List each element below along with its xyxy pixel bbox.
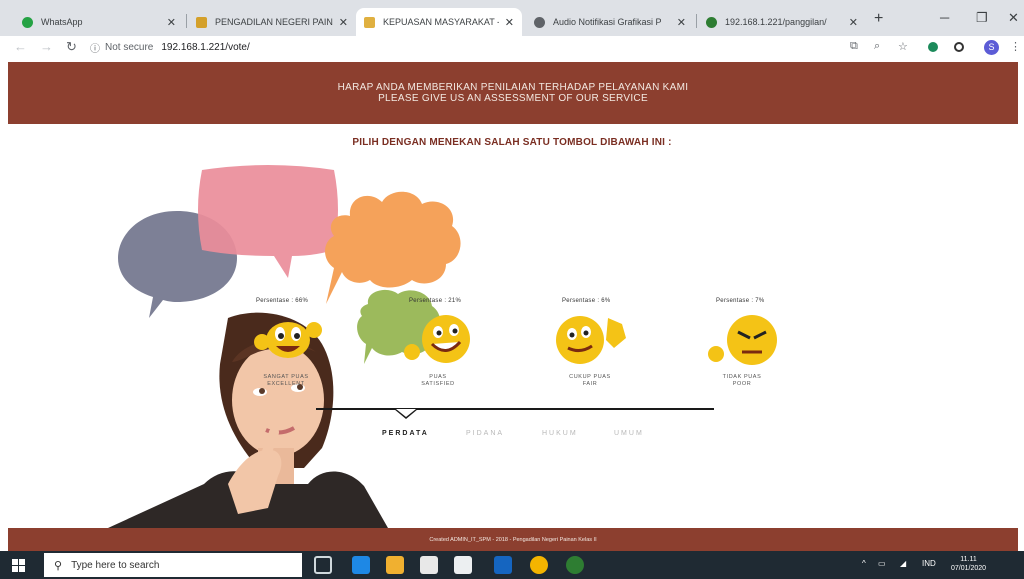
option-label-excellent: SANGAT PUAS EXCELLENT bbox=[248, 374, 324, 388]
header-banner: HARAP ANDA MEMBERIKAN PENILAIAN TERHADAP… bbox=[8, 62, 1018, 124]
label-id: SANGAT PUAS bbox=[263, 374, 309, 380]
label-en: EXCELLENT bbox=[267, 381, 305, 387]
close-tab-icon[interactable]: ✕ bbox=[167, 16, 176, 29]
reload-icon[interactable]: ↻ bbox=[66, 39, 77, 55]
tab-label: 192.168.1.221/panggilan/ bbox=[725, 17, 827, 27]
taskbar-search-box[interactable]: ⚲ Type here to search bbox=[44, 553, 302, 577]
option-label-satisfied: PUAS SATISFIED bbox=[400, 374, 476, 388]
tab-audio-notifikasi[interactable]: Audio Notifikasi Grafikasi P ✕ bbox=[526, 8, 694, 36]
tab-panggilan[interactable]: 192.168.1.221/panggilan/ ✕ bbox=[698, 8, 866, 36]
network-icon[interactable]: ◢ bbox=[900, 559, 906, 568]
system-clock[interactable]: 11.11 07/01/2020 bbox=[951, 555, 986, 573]
category-hukum[interactable]: HUKUM bbox=[542, 430, 578, 437]
security-status: Not secure bbox=[105, 41, 154, 53]
option-label-poor: TIDAK PUAS POOR bbox=[704, 374, 780, 388]
battery-icon[interactable]: ▭ bbox=[878, 559, 886, 568]
task-view-icon[interactable] bbox=[314, 556, 332, 574]
chrome-icon[interactable] bbox=[530, 556, 548, 574]
tab-label: WhatsApp bbox=[41, 17, 83, 27]
label-en: POOR bbox=[732, 381, 752, 387]
bookmark-star-icon[interactable]: ☆ bbox=[898, 40, 908, 53]
tab-kepuasan-masyarakat[interactable]: KEPUASAN MASYARAKAT - P ✕ bbox=[356, 8, 522, 36]
address-bar[interactable]: ⓘ Not secure 192.168.1.221/vote/ bbox=[90, 38, 840, 56]
label-id: TIDAK PUAS bbox=[722, 374, 762, 380]
option-label-fair: CUKUP PUAS FAIR bbox=[552, 374, 628, 388]
tab-label: KEPUASAN MASYARAKAT - P bbox=[383, 17, 499, 27]
favicon-icon bbox=[364, 16, 375, 28]
translate-icon[interactable]: ⧉ bbox=[850, 40, 858, 53]
tab-whatsapp[interactable]: WhatsApp ✕ bbox=[14, 8, 184, 36]
menu-kebab-icon[interactable]: ⋮ bbox=[1010, 40, 1021, 53]
emoji-excellent-button[interactable] bbox=[252, 316, 324, 364]
language-indicator[interactable]: IND bbox=[922, 559, 936, 568]
app-green-icon[interactable] bbox=[566, 556, 584, 574]
category-umum[interactable]: UMUM bbox=[614, 430, 644, 437]
tab-divider bbox=[696, 14, 697, 28]
percent-satisfied: Persentase : 21% bbox=[409, 298, 462, 304]
tab-divider bbox=[186, 14, 187, 28]
store-icon[interactable] bbox=[420, 556, 438, 574]
extension-icon[interactable] bbox=[928, 42, 938, 52]
emoji-poor-button[interactable] bbox=[704, 312, 782, 368]
banner-text-id: HARAP ANDA MEMBERIKAN PENILAIAN TERHADAP… bbox=[337, 82, 689, 93]
label-en: SATISFIED bbox=[421, 381, 455, 387]
close-tab-icon[interactable]: ✕ bbox=[339, 16, 348, 29]
emoji-satisfied-button[interactable] bbox=[400, 314, 478, 366]
clock-time: 11.11 bbox=[960, 556, 977, 563]
forward-arrow-icon[interactable]: → bbox=[40, 39, 53, 54]
banner-text-en: PLEASE GIVE US AN ASSESSMENT OF OUR SERV… bbox=[378, 93, 648, 104]
caret-inner bbox=[396, 409, 416, 417]
minimize-icon[interactable]: ─ bbox=[940, 10, 949, 25]
file-explorer-icon[interactable] bbox=[386, 556, 404, 574]
label-en: FAIR bbox=[582, 381, 598, 387]
woman-thinking-illustration bbox=[108, 312, 388, 528]
zoom-icon[interactable]: ⌕ bbox=[874, 40, 880, 53]
url-text[interactable]: 192.168.1.221/vote/ bbox=[161, 42, 249, 53]
close-tab-icon[interactable]: ✕ bbox=[849, 16, 858, 29]
close-window-icon[interactable]: ✕ bbox=[1008, 10, 1019, 26]
category-perdata[interactable]: PERDATA bbox=[382, 430, 429, 437]
tab-label: Audio Notifikasi Grafikasi P bbox=[553, 17, 662, 27]
profile-avatar[interactable]: S bbox=[984, 40, 999, 55]
page-footer: Created ADMIN_IT_SPM - 2018 - Pengadilan… bbox=[8, 528, 1018, 551]
court-favicon-icon bbox=[196, 16, 207, 28]
edge-icon[interactable] bbox=[352, 556, 370, 574]
category-pidana[interactable]: PIDANA bbox=[466, 430, 504, 437]
back-arrow-icon[interactable]: ← bbox=[14, 39, 27, 54]
label-id: CUKUP PUAS bbox=[569, 374, 611, 380]
favicon-icon bbox=[706, 16, 717, 28]
emoji-fair-button[interactable] bbox=[552, 314, 630, 366]
close-tab-icon[interactable]: ✕ bbox=[505, 16, 514, 29]
clock-date: 07/01/2020 bbox=[951, 565, 987, 572]
globe-icon bbox=[534, 16, 545, 28]
category-divider bbox=[316, 408, 714, 410]
percent-poor: Persentase : 7% bbox=[716, 298, 765, 304]
restore-icon[interactable]: ❐ bbox=[976, 10, 988, 26]
tab-label: PENGADILAN NEGERI PAINAN bbox=[215, 17, 333, 27]
label-id: PUAS bbox=[429, 374, 447, 380]
browser-tab-strip: WhatsApp ✕ PENGADILAN NEGERI PAINAN ✕ KE… bbox=[0, 0, 1024, 36]
percent-fair: Persentase : 6% bbox=[562, 298, 611, 304]
whatsapp-icon bbox=[22, 16, 33, 28]
percent-excellent: Persentase : 66% bbox=[256, 298, 309, 304]
show-hidden-icons-icon[interactable]: ^ bbox=[862, 559, 866, 568]
browser-toolbar: ← → ↻ ⓘ Not secure 192.168.1.221/vote/ ⧉… bbox=[0, 36, 1024, 58]
new-tab-plus-icon[interactable]: + bbox=[874, 10, 883, 28]
survey-page: HARAP ANDA MEMBERIKAN PENILAIAN TERHADAP… bbox=[0, 58, 1024, 551]
app-icon[interactable] bbox=[494, 556, 512, 574]
close-tab-icon[interactable]: ✕ bbox=[677, 16, 686, 29]
windows-start-icon[interactable] bbox=[12, 559, 26, 572]
search-placeholder: Type here to search bbox=[71, 559, 160, 571]
instruction-text: PILIH DENGAN MENEKAN SALAH SATU TOMBOL D… bbox=[352, 137, 672, 148]
tab-pengadilan[interactable]: PENGADILAN NEGERI PAINAN ✕ bbox=[188, 8, 356, 36]
extension-icon[interactable] bbox=[954, 42, 964, 52]
mail-icon[interactable] bbox=[454, 556, 472, 574]
search-icon: ⚲ bbox=[54, 559, 63, 572]
windows-taskbar: ⚲ Type here to search ^ ▭ ◢ IND 11.11 07… bbox=[0, 551, 1024, 579]
info-icon[interactable]: ⓘ bbox=[90, 40, 100, 55]
